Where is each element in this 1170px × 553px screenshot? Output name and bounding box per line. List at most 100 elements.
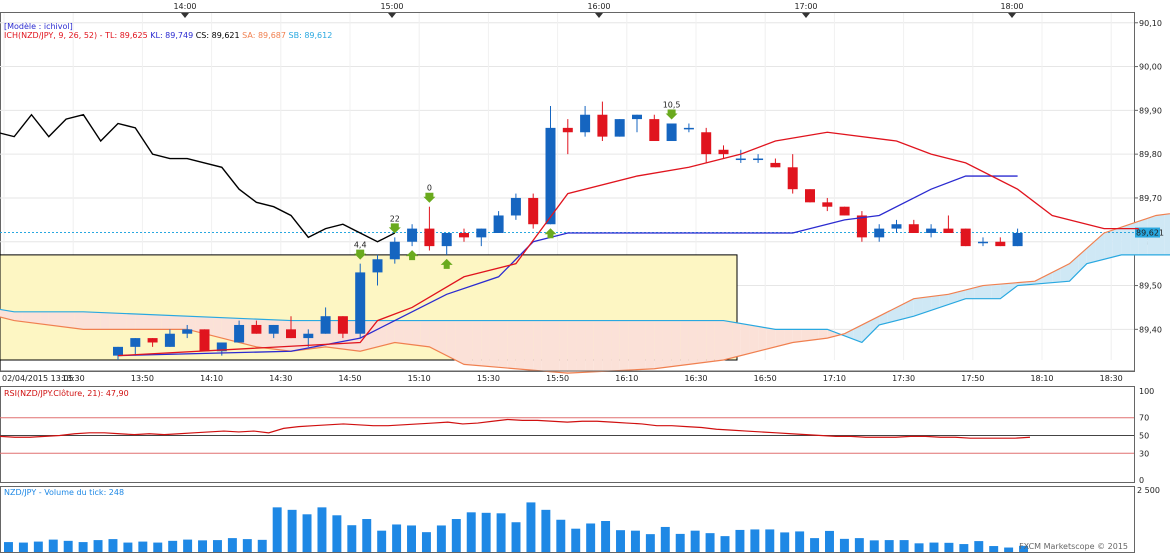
- price-tick-label: 89,80: [1139, 150, 1162, 159]
- ichimoku-cloud-segment: [697, 320, 707, 364]
- ichimoku-cloud-segment: [559, 320, 568, 374]
- top-time-label: 17:00: [794, 2, 817, 11]
- signal-label: 4,4: [354, 241, 367, 250]
- rsi-legend: RSI(NZD/JPY.Clôture, 21): 47,90: [4, 389, 129, 398]
- ichimoku-cloud-segment: [654, 320, 663, 369]
- ichimoku-cloud-segment: [1112, 227, 1122, 258]
- candle-body: [1012, 232, 1023, 247]
- volume-bar: [481, 512, 491, 552]
- price-tick-label: 89,50: [1139, 282, 1162, 291]
- volume-bar: [780, 532, 790, 552]
- time-axis-label: 15:30: [477, 374, 500, 383]
- ichimoku-cloud-segment: [810, 329, 819, 341]
- time-axis-label: 14:50: [338, 374, 361, 383]
- ichimoku-cloud-segment: [714, 320, 724, 362]
- time-axis-label: 15:50: [546, 374, 569, 383]
- time-axis-label: 13:30: [62, 374, 85, 383]
- ichimoku-cloud-segment: [22, 311, 32, 323]
- candle-body: [164, 333, 175, 347]
- time-axis-label: 16:10: [615, 374, 638, 383]
- volume-bar: [586, 523, 596, 552]
- volume-bar: [242, 539, 252, 552]
- ichimoku-cloud-segment: [1164, 213, 1170, 255]
- volume-bar: [332, 515, 342, 552]
- volume-bar: [466, 512, 476, 552]
- time-axis-label: 15:10: [408, 374, 431, 383]
- time-axis-label: 17:50: [961, 374, 984, 383]
- candle-body: [407, 228, 418, 242]
- volume-bar: [675, 533, 685, 552]
- candle-body: [147, 338, 158, 343]
- ichimoku-cloud-segment: [377, 320, 387, 347]
- volume-bar: [959, 544, 969, 552]
- ichimoku-cloud-segment: [671, 320, 681, 367]
- ichimoku-legend-row: ICH(NZD/JPY, 9, 26, 52) - TL: 89,625 KL:…: [4, 31, 332, 40]
- ichimoku-cloud-segment: [792, 329, 802, 343]
- ichimoku-cloud-segment: [766, 327, 776, 350]
- volume-bar: [407, 525, 416, 552]
- ichimoku-cloud-segment: [541, 320, 551, 372]
- price-tick-label: 90,00: [1139, 63, 1162, 72]
- ichimoku-cloud-segment: [628, 320, 637, 371]
- ichimoku-cloud-segment: [611, 320, 620, 371]
- volume-bar: [93, 540, 103, 552]
- volume-bar: [347, 525, 357, 552]
- ichimoku-cloud-segment: [602, 320, 612, 372]
- ichimoku-cloud-segment: [221, 317, 231, 341]
- ichimoku-cloud-segment: [265, 319, 274, 350]
- candle-body: [510, 197, 521, 216]
- ichimoku-cloud-segment: [688, 320, 698, 365]
- ichimoku-cloud-segment: [412, 320, 421, 346]
- candle-body: [251, 324, 262, 334]
- ichimoku-cloud-segment: [169, 315, 179, 330]
- ichimoku-cloud-segment: [213, 317, 222, 339]
- price-tick-label: 89,70: [1139, 194, 1162, 203]
- candle-body: [355, 272, 366, 334]
- candle-body: [113, 346, 123, 356]
- volume-bar: [451, 519, 461, 552]
- candle-body: [389, 241, 400, 260]
- volume-legend: NZD/JPY - Volume du tick: 248: [4, 488, 125, 497]
- candle-body: [978, 241, 988, 244]
- volume-bar: [884, 540, 894, 552]
- ichimoku-cloud-segment: [680, 320, 689, 366]
- candle-body: [476, 228, 487, 238]
- ichimoku-cloud-segment: [637, 320, 646, 370]
- candle-body: [459, 232, 469, 238]
- candle-body: [632, 114, 642, 120]
- time-axis-label: 14:30: [269, 374, 292, 383]
- ichimoku-cloud-segment: [524, 320, 534, 371]
- time-axis-label: 18:10: [1030, 374, 1053, 383]
- ichimoku-cloud-segment: [991, 284, 1001, 299]
- volume-bar: [765, 529, 775, 552]
- ichimoku-cloud-segment: [1104, 230, 1113, 260]
- ichimoku-cloud-segment: [40, 311, 49, 325]
- volume-bar: [526, 502, 536, 552]
- volume-bar: [18, 542, 28, 552]
- signal-label: 22: [390, 214, 400, 223]
- ichimoku-cloud-segment: [498, 320, 508, 369]
- ichimoku-cloud-segment: [143, 314, 153, 330]
- volume-bar: [123, 542, 133, 552]
- volume-bar: [944, 542, 954, 552]
- ichimoku-cloud-segment: [48, 311, 58, 327]
- candle-body: [337, 316, 348, 334]
- price-tick-label: 89,40: [1139, 325, 1162, 334]
- ichimoku-cloud-segment: [472, 320, 482, 366]
- ichimoku-cloud-segment: [662, 320, 672, 368]
- volume-bar: [825, 530, 834, 552]
- volume-bar: [810, 538, 820, 552]
- candle-body: [995, 241, 1006, 247]
- ichimoku-cloud-segment: [118, 313, 127, 330]
- volume-bar: [735, 529, 745, 552]
- time-axis-label: 14:10: [200, 374, 223, 383]
- volume-bar: [541, 509, 551, 552]
- ichimoku-cloud-segment: [645, 320, 655, 370]
- volume-bar: [690, 530, 700, 552]
- top-time-label: 14:00: [173, 2, 196, 11]
- volume-bar: [108, 539, 118, 552]
- ichimoku-cloud-segment: [533, 320, 542, 371]
- ichimoku-cloud-segment: [273, 319, 283, 351]
- candle-body: [805, 189, 815, 203]
- model-label: [Modèle : ichivol]: [4, 22, 73, 31]
